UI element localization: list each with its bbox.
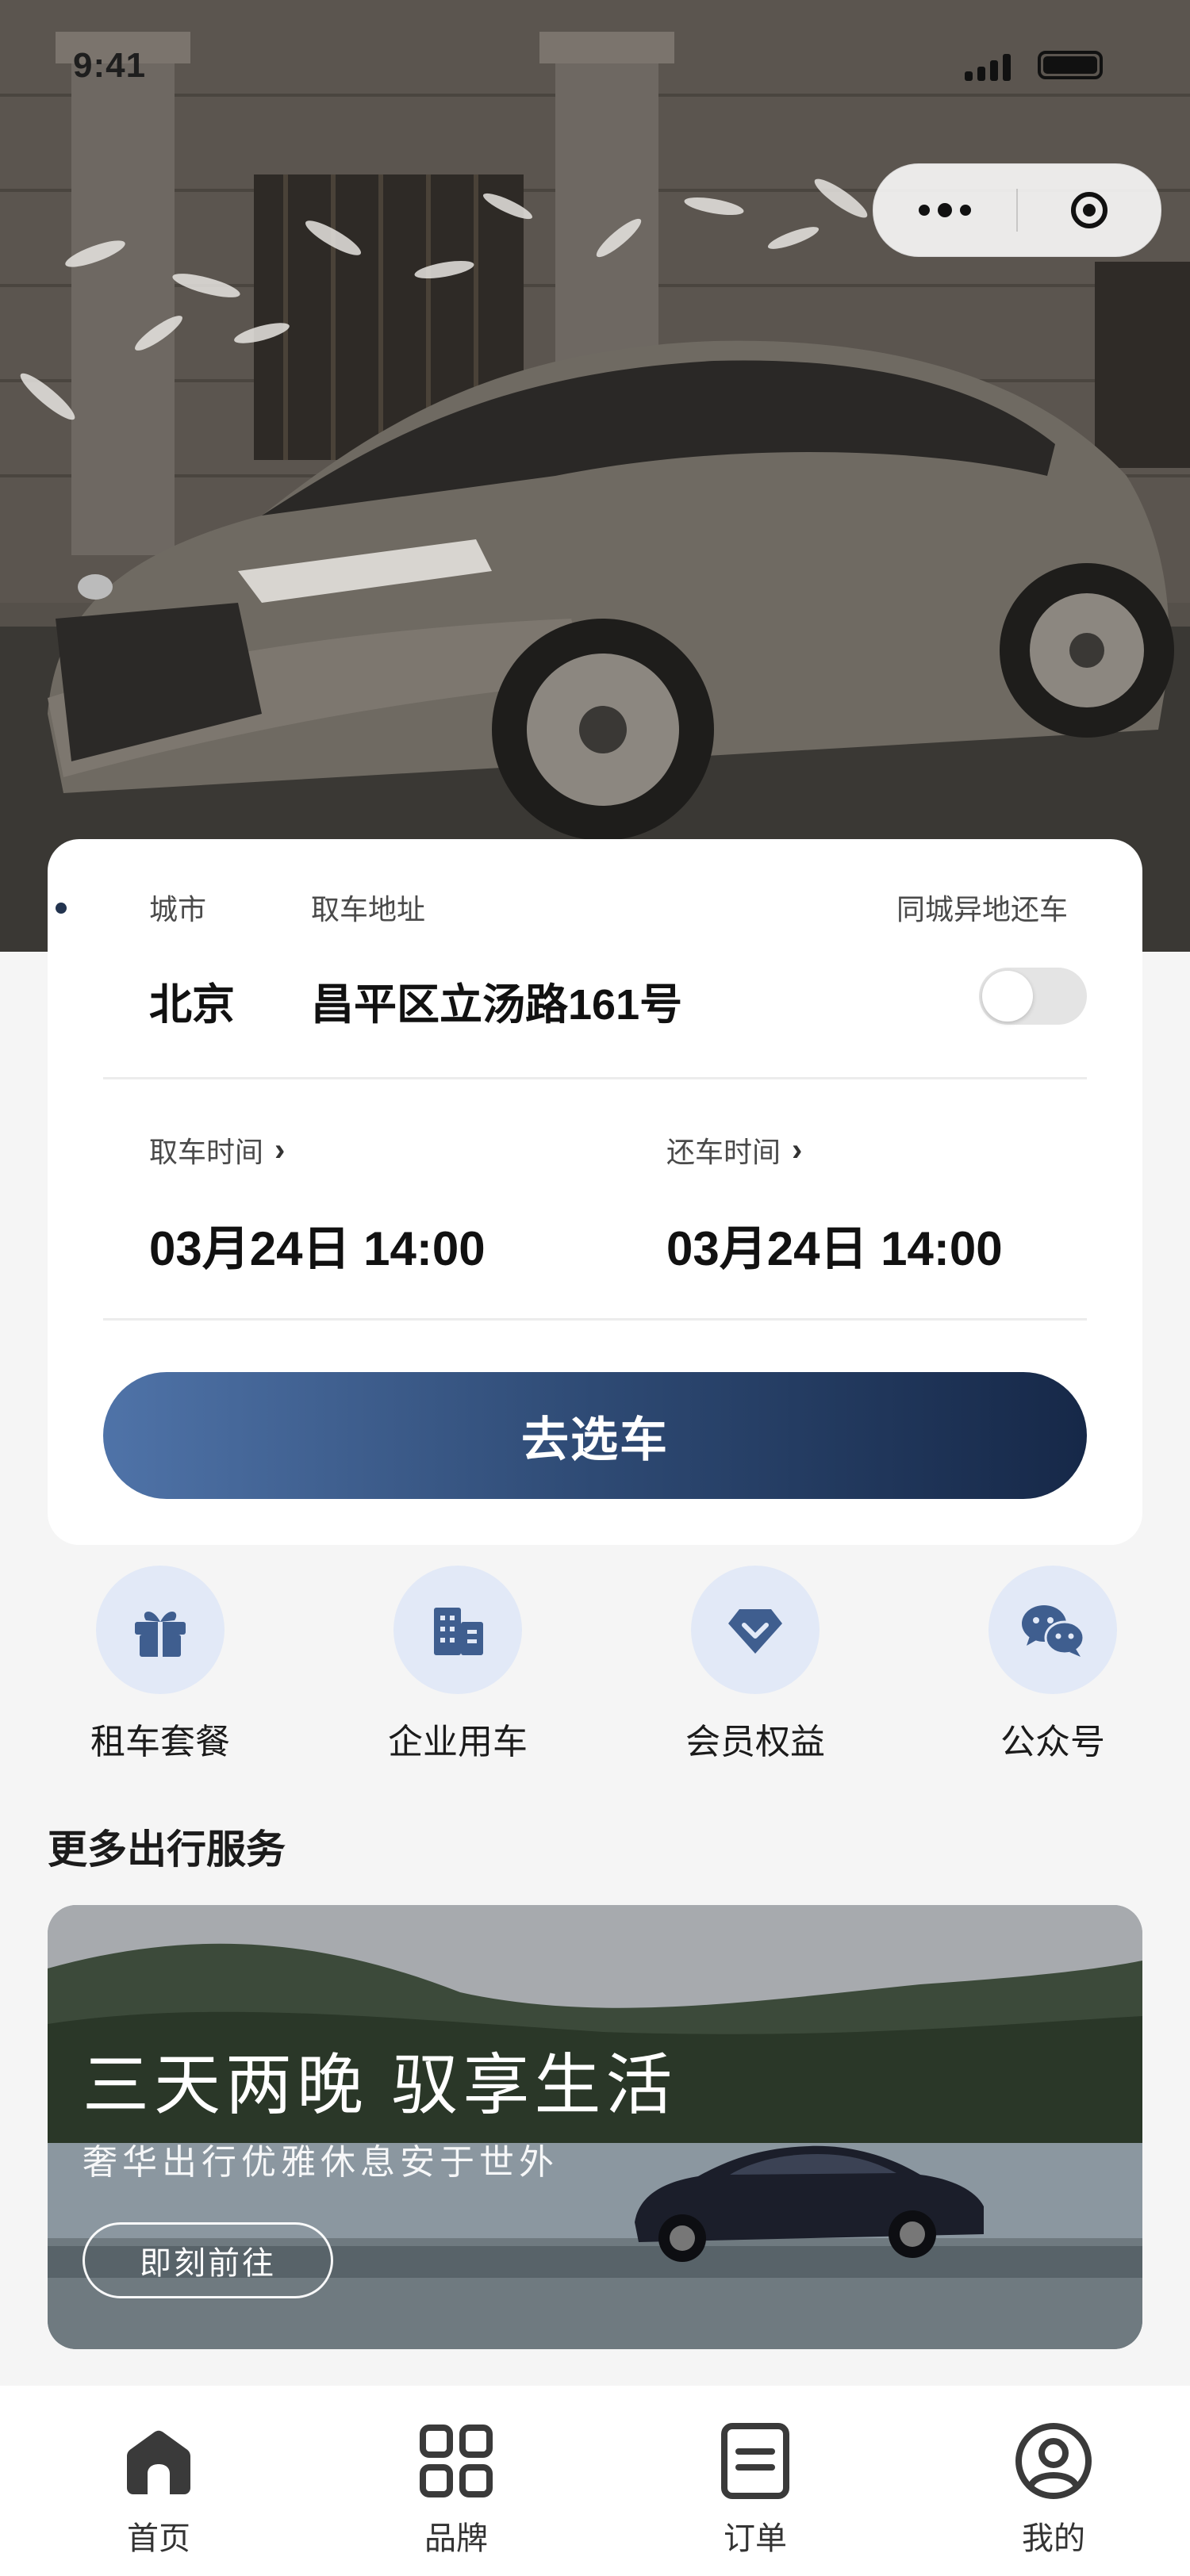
return-elsewhere-label: 同城异地还车 bbox=[896, 893, 1069, 926]
gift-icon bbox=[96, 1566, 225, 1694]
pickup-time-value[interactable]: 03月24日 14:00 bbox=[149, 1210, 486, 1279]
order-icon bbox=[668, 2417, 843, 2505]
city-label: 城市 bbox=[149, 893, 207, 926]
more-menu-button[interactable] bbox=[873, 164, 1016, 256]
profile-icon bbox=[966, 2417, 1141, 2505]
diamond-icon bbox=[691, 1566, 820, 1694]
pickup-time-selector[interactable]: 取车时间 › bbox=[149, 1129, 285, 1171]
card-divider bbox=[103, 1077, 1087, 1079]
quick-action-enterprise[interactable]: 企业用车 bbox=[374, 1566, 541, 1764]
city-indicator-dot bbox=[56, 903, 67, 914]
quick-action-official-account[interactable]: 公众号 bbox=[969, 1566, 1136, 1764]
tab-label: 品牌 bbox=[424, 2521, 488, 2556]
bottom-tab-bar: 首页 品牌 订单 我的 bbox=[0, 2386, 1190, 2576]
cellular-signal-icon bbox=[965, 52, 1011, 81]
quick-action-rental-package[interactable]: 租车套餐 bbox=[77, 1566, 244, 1764]
pickup-address-select[interactable]: 昌平区立汤路161号 bbox=[311, 969, 682, 1032]
building-icon bbox=[393, 1566, 522, 1694]
tab-label: 订单 bbox=[724, 2521, 787, 2556]
battery-icon bbox=[1038, 51, 1103, 79]
tab-home[interactable]: 首页 bbox=[71, 2417, 246, 2559]
banner-go-button[interactable]: 即刻前往 bbox=[83, 2222, 333, 2298]
banner-title: 三天两晚 驭享生活 bbox=[83, 2048, 678, 2122]
tab-profile[interactable]: 我的 bbox=[966, 2417, 1141, 2559]
chevron-right-icon: › bbox=[792, 1132, 803, 1167]
return-elsewhere-toggle[interactable] bbox=[979, 968, 1087, 1025]
quick-action-label: 租车套餐 bbox=[90, 1723, 230, 1761]
status-bar-time: 9:41 bbox=[73, 46, 147, 85]
wechat-icon bbox=[988, 1566, 1117, 1694]
target-circle-icon bbox=[1071, 192, 1107, 228]
return-time-selector[interactable]: 还车时间 › bbox=[666, 1129, 802, 1171]
card-divider bbox=[103, 1318, 1087, 1321]
banner-subtitle: 奢华出行优雅休息安于世外 bbox=[83, 2143, 559, 2182]
city-select[interactable]: 北京 bbox=[149, 969, 235, 1032]
toggle-knob bbox=[982, 971, 1033, 1022]
chevron-right-icon: › bbox=[274, 1132, 286, 1167]
home-icon bbox=[71, 2417, 246, 2505]
return-time-value[interactable]: 03月24日 14:00 bbox=[666, 1210, 1003, 1279]
tab-label: 首页 bbox=[127, 2521, 190, 2556]
more-services-title: 更多出行服务 bbox=[48, 1827, 286, 1872]
close-mini-program-button[interactable] bbox=[1018, 164, 1161, 256]
more-dots-icon bbox=[919, 205, 930, 216]
quick-action-membership[interactable]: 会员权益 bbox=[672, 1566, 839, 1764]
grid-icon bbox=[369, 2417, 543, 2505]
travel-promo-banner[interactable]: 三天两晚 驭享生活 奢华出行优雅休息安于世外 即刻前往 bbox=[48, 1905, 1142, 2349]
quick-action-label: 会员权益 bbox=[685, 1723, 825, 1761]
pickup-address-label: 取车地址 bbox=[311, 893, 426, 926]
mini-program-capsule bbox=[873, 163, 1161, 257]
tab-brand[interactable]: 品牌 bbox=[369, 2417, 543, 2559]
return-time-label: 还车时间 bbox=[666, 1136, 781, 1168]
tab-label: 我的 bbox=[1022, 2521, 1085, 2556]
car-hero-illustration bbox=[0, 0, 1190, 952]
quick-action-label: 企业用车 bbox=[388, 1723, 528, 1761]
choose-car-button[interactable]: 去选车 bbox=[103, 1372, 1087, 1499]
hero-banner-image: 9:41 bbox=[0, 0, 1190, 952]
quick-action-label: 公众号 bbox=[1000, 1723, 1105, 1761]
pickup-time-label: 取车时间 bbox=[149, 1136, 264, 1168]
tab-orders[interactable]: 订单 bbox=[668, 2417, 843, 2559]
